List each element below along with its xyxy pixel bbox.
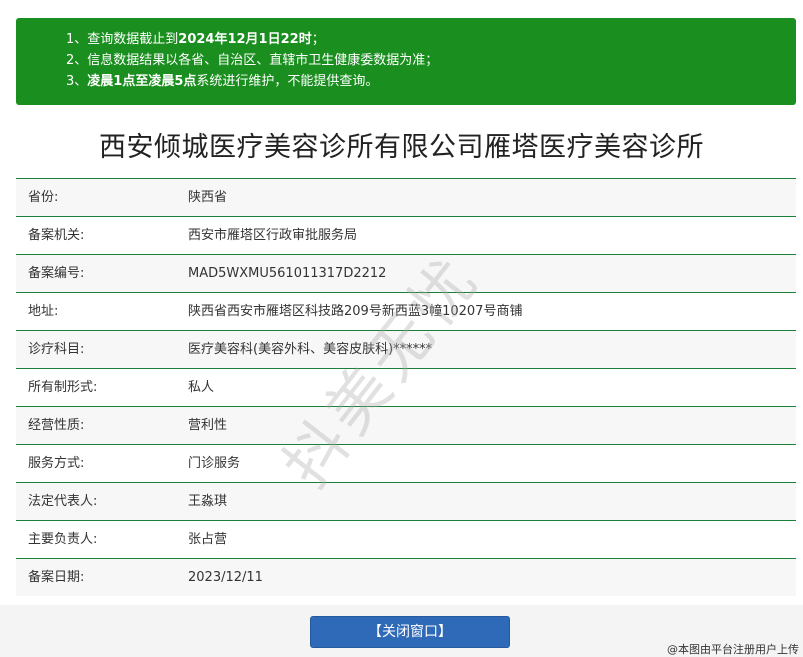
table-row-legal-representative: 法定代表人: 王淼琪 bbox=[16, 483, 796, 521]
notice-banner: 1、查询数据截止到2024年12月1日22时； 2、信息数据结果以各省、自治区、… bbox=[16, 18, 796, 105]
table-row-record-number: 备案编号: MAD5WXMU561011317D2212 bbox=[16, 255, 796, 293]
row-label: 所有制形式: bbox=[28, 380, 98, 395]
row-value: 门诊服务 bbox=[188, 456, 241, 471]
table-row-authority: 备案机关: 西安市雁塔区行政审批服务局 bbox=[16, 217, 796, 255]
table-row-service-type: 服务方式: 门诊服务 bbox=[16, 445, 796, 483]
cutoff-time: 2024年12月1日22时 bbox=[178, 32, 312, 47]
row-value: 张占营 bbox=[188, 532, 228, 547]
row-value: 王淼琪 bbox=[188, 494, 228, 509]
row-label: 经营性质: bbox=[28, 418, 85, 433]
row-label: 备案机关: bbox=[28, 228, 85, 243]
row-value: 私人 bbox=[188, 380, 215, 395]
row-label: 服务方式: bbox=[28, 456, 85, 471]
row-value: 陕西省 bbox=[188, 190, 228, 205]
notice-line-1: 1、查询数据截止到2024年12月1日22时； bbox=[66, 32, 325, 47]
table-row-principal: 主要负责人: 张占营 bbox=[16, 521, 796, 559]
row-label: 诊疗科目: bbox=[28, 342, 85, 357]
table-row-ownership: 所有制形式: 私人 bbox=[16, 369, 796, 407]
table-row-business-nature: 经营性质: 营利性 bbox=[16, 407, 796, 445]
page-title: 西安倾城医疗美容诊所有限公司雁塔医疗美容诊所 bbox=[99, 132, 704, 163]
info-table: 省份: 陕西省 备案机关: 西安市雁塔区行政审批服务局 备案编号: MAD5WX… bbox=[16, 178, 796, 596]
row-value: 西安市雁塔区行政审批服务局 bbox=[188, 228, 358, 243]
row-value: 陕西省西安市雁塔区科技路209号新西蓝3幢10207号商铺 bbox=[188, 304, 523, 319]
close-window-button[interactable]: 【关闭窗口】 bbox=[310, 616, 510, 648]
row-label: 备案编号: bbox=[28, 266, 85, 281]
table-row-address: 地址: 陕西省西安市雁塔区科技路209号新西蓝3幢10207号商铺 bbox=[16, 293, 796, 331]
table-row-record-date: 备案日期: 2023/12/11 bbox=[16, 559, 796, 596]
table-row-departments: 诊疗科目: 医疗美容科(美容外科、美容皮肤科)****** bbox=[16, 331, 796, 369]
row-label: 备案日期: bbox=[28, 570, 85, 585]
notice-line-3: 3、凌晨1点至凌晨5点系统进行维护，不能提供查询。 bbox=[66, 74, 379, 89]
row-value: 营利性 bbox=[188, 418, 228, 433]
table-row-province: 省份: 陕西省 bbox=[16, 179, 796, 217]
maintenance-window: 凌晨1点至凌晨5点 bbox=[87, 74, 197, 89]
upload-credit: @本图由平台注册用户上传 bbox=[667, 643, 799, 656]
row-value: MAD5WXMU561011317D2212 bbox=[188, 266, 387, 281]
row-label: 法定代表人: bbox=[28, 494, 98, 509]
row-value: 医疗美容科(美容外科、美容皮肤科)****** bbox=[188, 342, 433, 357]
row-label: 省份: bbox=[28, 190, 59, 205]
row-label: 主要负责人: bbox=[28, 532, 98, 547]
notice-line-2: 2、信息数据结果以各省、自治区、直辖市卫生健康委数据为准； bbox=[66, 53, 439, 68]
row-value: 2023/12/11 bbox=[188, 570, 263, 585]
row-label: 地址: bbox=[28, 304, 59, 319]
